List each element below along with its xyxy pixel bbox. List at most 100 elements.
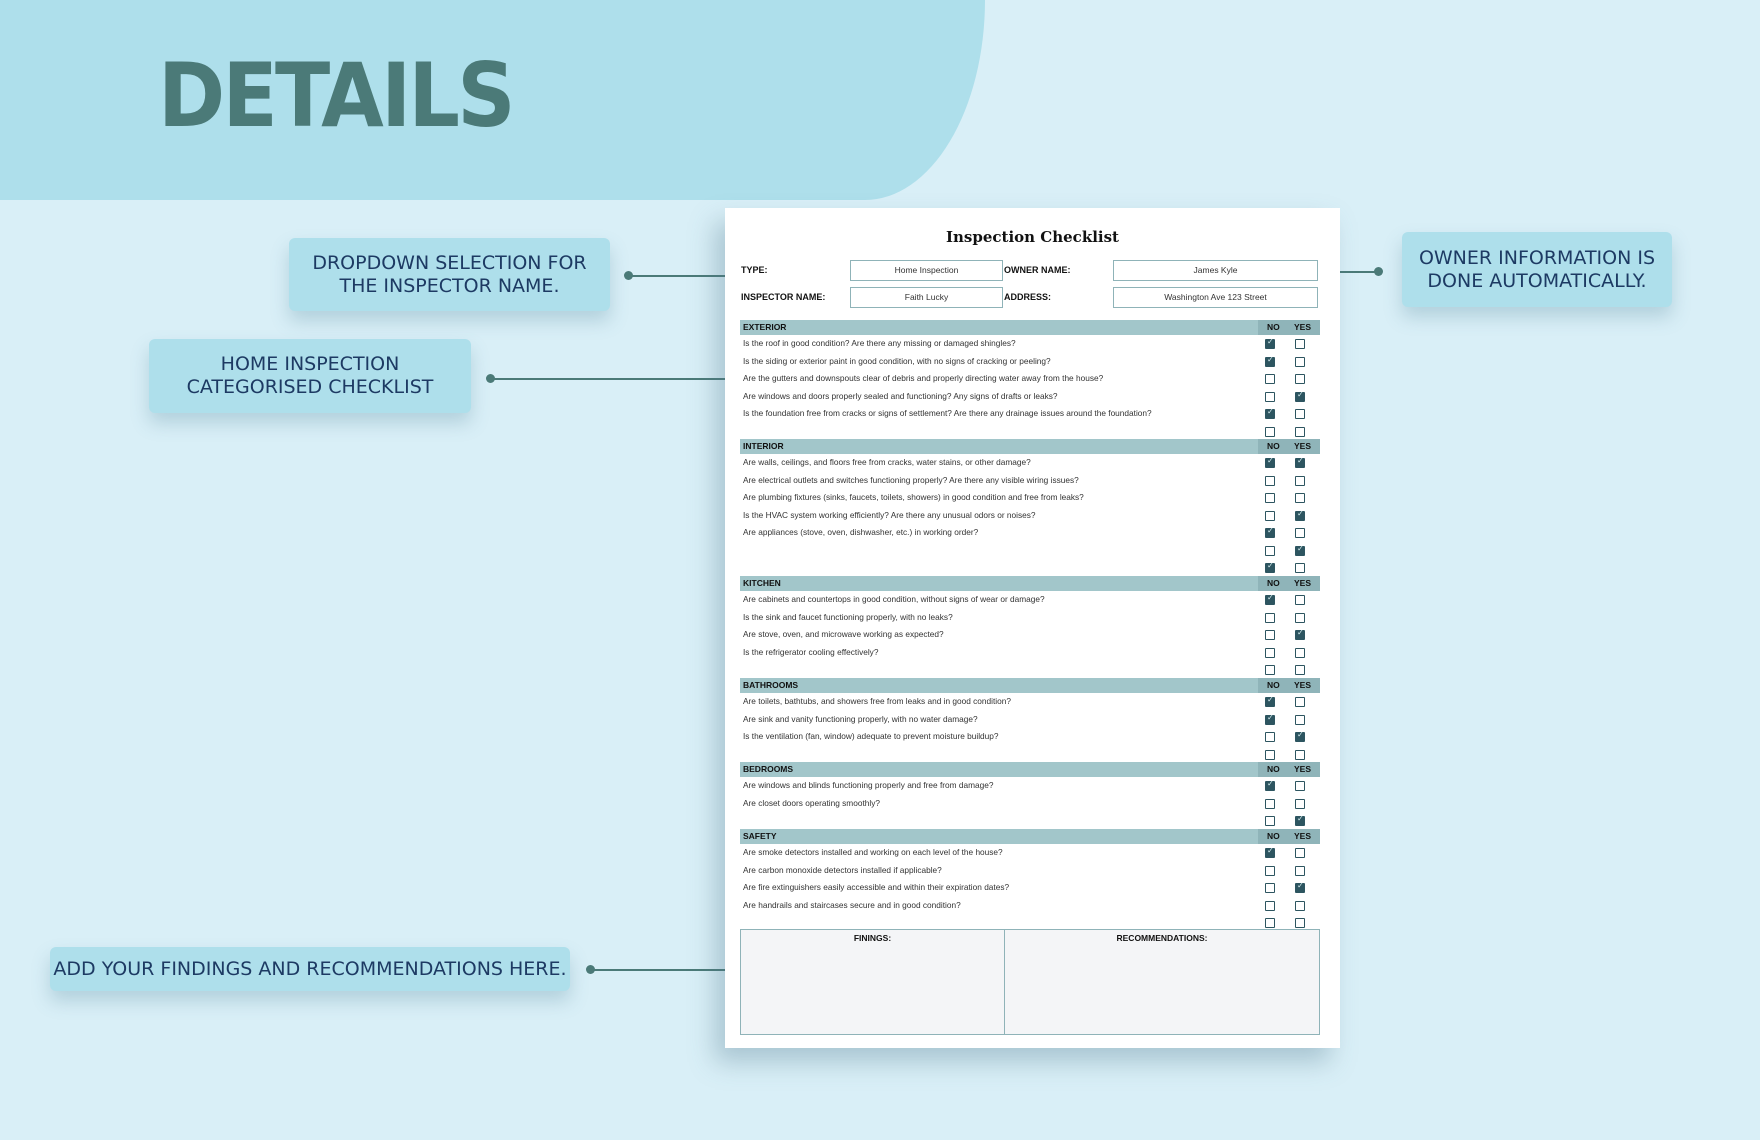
checklist-row: Are stove, oven, and microwave working a… — [740, 626, 1320, 644]
checklist-question: Are toilets, bathtubs, and showers free … — [743, 696, 1011, 706]
callout-text-line: THE INSPECTOR NAME. — [339, 274, 560, 297]
checklist-row: Are carbon monoxide detectors installed … — [740, 862, 1320, 880]
yes-checkbox[interactable] — [1295, 544, 1305, 556]
owner-name-field[interactable]: James Kyle — [1113, 260, 1318, 281]
no-checkbox[interactable] — [1265, 846, 1275, 858]
yes-checkbox[interactable] — [1295, 881, 1305, 893]
yes-checkbox[interactable] — [1295, 374, 1305, 384]
yes-checkbox[interactable] — [1295, 356, 1305, 367]
yes-checkbox[interactable] — [1295, 781, 1305, 791]
yes-checkbox[interactable] — [1295, 697, 1305, 707]
checklist-row: Are plumbing fixtures (sinks, faucets, t… — [740, 489, 1320, 507]
checklist-row: Is the sink and faucet functioning prope… — [740, 609, 1320, 627]
yes-checkbox[interactable] — [1295, 528, 1305, 538]
no-checkbox[interactable] — [1265, 510, 1275, 521]
yes-checkbox[interactable] — [1295, 714, 1305, 725]
checklist-row: Are fire extinguishers easily accessible… — [740, 879, 1320, 897]
yes-checkbox[interactable] — [1295, 628, 1305, 640]
yes-column-header: YES — [1294, 764, 1312, 774]
yes-column-header: YES — [1294, 680, 1312, 690]
recommendations-box[interactable]: RECOMMENDATIONS: — [1005, 930, 1319, 1034]
yes-checkbox[interactable] — [1295, 409, 1305, 419]
no-checkbox[interactable] — [1265, 493, 1275, 503]
checklist-question: Are cabinets and countertops in good con… — [743, 594, 1045, 604]
no-checkbox[interactable] — [1265, 647, 1275, 658]
no-checkbox[interactable] — [1265, 456, 1275, 468]
checklist-question: Is the ventilation (fan, window) adequat… — [743, 731, 999, 741]
no-checkbox[interactable] — [1265, 526, 1275, 538]
checklist-question: Is the roof in good condition? Are there… — [743, 338, 1016, 348]
address-field[interactable]: Washington Ave 123 Street — [1113, 287, 1318, 308]
yes-checkbox[interactable] — [1295, 339, 1305, 349]
no-column-header: NO — [1267, 680, 1280, 690]
no-checkbox[interactable] — [1265, 593, 1275, 605]
checklist-question: Are carbon monoxide detectors installed … — [743, 864, 942, 875]
no-checkbox[interactable] — [1265, 883, 1275, 893]
yes-checkbox[interactable] — [1295, 730, 1305, 742]
callout-checklist: HOME INSPECTION CATEGORISED CHECKLIST — [149, 339, 471, 413]
yes-checkbox[interactable] — [1295, 865, 1305, 876]
yes-checkbox[interactable] — [1295, 814, 1305, 826]
no-checkbox[interactable] — [1265, 612, 1275, 623]
no-checkbox[interactable] — [1265, 695, 1275, 707]
no-checkbox[interactable] — [1265, 391, 1275, 402]
no-checkbox[interactable] — [1265, 630, 1275, 640]
no-checkbox[interactable] — [1265, 475, 1275, 486]
yes-checkbox[interactable] — [1295, 426, 1305, 437]
no-checkbox[interactable] — [1265, 713, 1275, 725]
section-safety: SAFETY NO YES Are smoke detectors installed… — [740, 829, 1320, 932]
no-checkbox[interactable] — [1265, 561, 1275, 573]
checklist-row: Is the foundation free from cracks or si… — [740, 405, 1320, 423]
no-column-header: NO — [1267, 831, 1280, 841]
yes-column-header: YES — [1294, 578, 1312, 588]
no-checkbox[interactable] — [1265, 374, 1275, 384]
no-checkbox[interactable] — [1265, 918, 1275, 928]
yes-checkbox[interactable] — [1295, 475, 1305, 486]
no-checkbox[interactable] — [1265, 665, 1275, 675]
yes-checkbox[interactable] — [1295, 848, 1305, 858]
checklist-question: Are windows and blinds functioning prope… — [743, 780, 994, 790]
yes-checkbox[interactable] — [1295, 665, 1305, 675]
yes-column-header: YES — [1294, 441, 1312, 451]
yes-checkbox[interactable] — [1295, 749, 1305, 760]
no-checkbox[interactable] — [1265, 407, 1275, 419]
section-title: INTERIOR — [743, 441, 784, 451]
checklist-row — [740, 423, 1320, 441]
yes-checkbox[interactable] — [1295, 390, 1305, 402]
yes-checkbox[interactable] — [1295, 509, 1305, 521]
yes-checkbox[interactable] — [1295, 493, 1305, 503]
no-checkbox[interactable] — [1265, 779, 1275, 791]
yes-checkbox[interactable] — [1295, 798, 1305, 809]
callout-text-line: ADD YOUR FINDINGS AND RECOMMENDATIONS HE… — [53, 957, 567, 980]
no-checkbox[interactable] — [1265, 900, 1275, 911]
checklist-row: Are toilets, bathtubs, and showers free … — [740, 693, 1320, 711]
no-checkbox[interactable] — [1265, 749, 1275, 760]
page-title: DETAILS — [158, 44, 516, 147]
no-checkbox[interactable] — [1265, 816, 1275, 826]
inspector-name-dropdown[interactable]: Faith Lucky — [850, 287, 1003, 308]
yes-checkbox[interactable] — [1295, 647, 1305, 658]
section-title: SAFETY — [743, 831, 777, 841]
no-checkbox[interactable] — [1265, 865, 1275, 876]
checklist-row: Are windows and doors properly sealed an… — [740, 388, 1320, 406]
yes-checkbox[interactable] — [1295, 918, 1305, 928]
yes-checkbox[interactable] — [1295, 563, 1305, 573]
checklist-question: Is the refrigerator cooling effectively? — [743, 646, 879, 657]
section-header: EXTERIOR NO YES — [740, 320, 1320, 335]
checklist-row: Are the gutters and downspouts clear of … — [740, 370, 1320, 388]
section-title: EXTERIOR — [743, 322, 787, 332]
yes-checkbox[interactable] — [1295, 456, 1305, 468]
no-checkbox[interactable] — [1265, 798, 1275, 809]
findings-box[interactable]: FININGS: — [741, 930, 1005, 1034]
no-checkbox[interactable] — [1265, 426, 1275, 437]
no-checkbox[interactable] — [1265, 337, 1275, 349]
yes-checkbox[interactable] — [1295, 612, 1305, 623]
checklist-row: Are cabinets and countertops in good con… — [740, 591, 1320, 609]
type-dropdown[interactable]: Home Inspection — [850, 260, 1003, 281]
no-checkbox[interactable] — [1265, 355, 1275, 367]
yes-checkbox[interactable] — [1295, 900, 1305, 911]
checklist-row: Is the ventilation (fan, window) adequat… — [740, 728, 1320, 746]
yes-checkbox[interactable] — [1295, 595, 1305, 605]
no-checkbox[interactable] — [1265, 732, 1275, 742]
no-checkbox[interactable] — [1265, 545, 1275, 556]
